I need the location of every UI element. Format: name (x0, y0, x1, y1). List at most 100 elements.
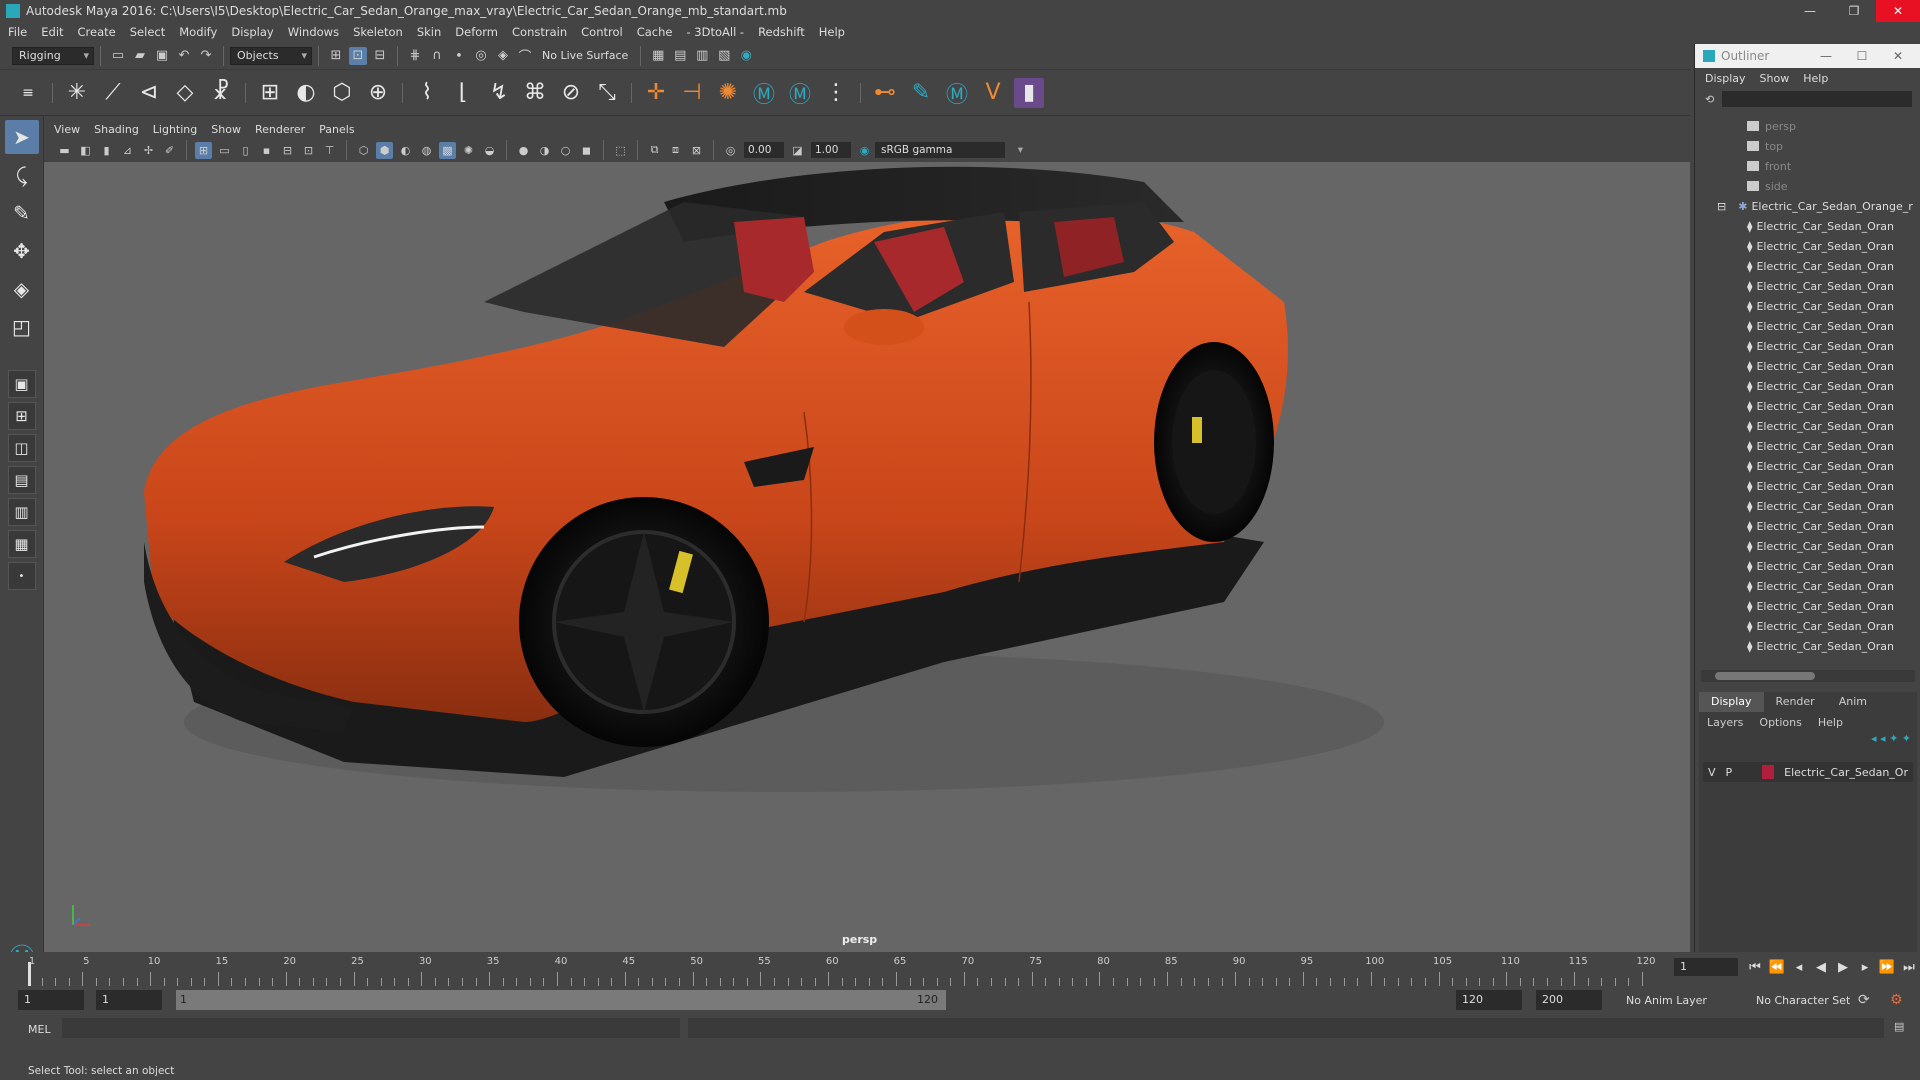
perspective-viewport[interactable]: persp (44, 162, 1690, 952)
vp-menu-view[interactable]: View (54, 123, 80, 136)
bookmark-icon[interactable]: ▮ (98, 142, 115, 159)
xray-components-icon[interactable]: ⊠ (688, 142, 705, 159)
outliner-close-button[interactable]: ✕ (1880, 44, 1916, 68)
playback-end-field[interactable]: 120 (1456, 990, 1522, 1010)
layer-visibility-toggle[interactable]: V (1708, 766, 1716, 779)
wireframe-icon[interactable]: ⬡ (355, 142, 372, 159)
outliner-item-mesh[interactable]: ⧫ Electric_Car_Sedan_Oran (1701, 376, 1915, 396)
hypershade-icon[interactable]: ◉ (737, 47, 755, 65)
humanik-icon[interactable]: ☧ (206, 78, 236, 108)
outliner-item-mesh[interactable]: ⧫ Electric_Car_Sedan_Oran (1701, 456, 1915, 476)
vector-tool-icon[interactable]: V (978, 78, 1008, 108)
step-back-key-icon[interactable]: ⏪ (1766, 960, 1788, 975)
step-forward-frame-icon[interactable]: ▸ (1854, 960, 1876, 975)
command-input[interactable] (62, 1018, 680, 1038)
range-slider[interactable]: 1 120 (176, 990, 946, 1010)
outliner-item-mesh[interactable]: ⧫ Electric_Car_Sedan_Oran (1701, 396, 1915, 416)
outliner-search-input[interactable] (1722, 91, 1913, 107)
camera-attributes-icon[interactable]: ◧ (77, 142, 94, 159)
film-gate-icon[interactable]: ▭ (216, 142, 233, 159)
image-plane-icon[interactable]: ⊿ (119, 142, 136, 159)
auto-key-icon[interactable]: ⟳ (1858, 992, 1870, 1008)
time-slider[interactable]: 1 5 10 15 20 25 30 35 40 45 50 55 60 65 70 75 80 85 90 95 10… (0, 952, 1920, 986)
collapse-icon[interactable]: ⊟ (1717, 200, 1726, 213)
playback-start-field[interactable]: 1 (96, 990, 162, 1010)
outliner-menu-help[interactable]: Help (1803, 72, 1828, 85)
outliner-item-mesh[interactable]: ⧫ Electric_Car_Sedan_Oran (1701, 416, 1915, 436)
lasso-tool-icon[interactable]: ⤹ (5, 158, 39, 192)
script-editor-icon[interactable]: ▤ (1894, 1020, 1904, 1033)
select-camera-icon[interactable]: ▬ (56, 142, 73, 159)
outliner-item-mesh[interactable]: ⧫ Electric_Car_Sedan_Oran (1701, 596, 1915, 616)
isolate-select-icon[interactable]: ⬚ (612, 142, 629, 159)
vp-menu-lighting[interactable]: Lighting (153, 123, 197, 136)
undo-icon[interactable]: ↶ (175, 47, 193, 65)
exposure-icon[interactable]: ◎ (722, 142, 739, 159)
menu-windows[interactable]: Windows (288, 25, 339, 39)
outliner-persp-layout-icon[interactable]: ▤ (7, 466, 36, 494)
render-view-icon[interactable]: ▦ (649, 47, 667, 65)
shadows-icon[interactable]: ◒ (481, 142, 498, 159)
anim-layer-dropdown[interactable]: No Anim Layer (1626, 994, 1707, 1007)
go-to-start-icon[interactable]: ⏮ (1744, 960, 1766, 975)
layer-color-swatch[interactable] (1762, 765, 1775, 779)
single-pane-layout-icon[interactable]: ▣ (7, 370, 36, 398)
menu-help[interactable]: Help (819, 25, 845, 39)
current-time-indicator[interactable] (28, 962, 31, 986)
step-forward-key-icon[interactable]: ⏩ (1876, 960, 1898, 975)
outliner-item-mesh[interactable]: ⧫ Electric_Car_Sedan_Oran (1701, 516, 1915, 536)
outliner-item-mesh[interactable]: ⧫ Electric_Car_Sedan_Oran (1701, 276, 1915, 296)
animation-end-field[interactable]: 200 (1536, 990, 1602, 1010)
outliner-item-mesh[interactable]: ⧫ Electric_Car_Sedan_Oran (1701, 496, 1915, 516)
ik-spline-icon[interactable]: ⊲ (134, 78, 164, 108)
maximize-button[interactable]: ❐ (1832, 0, 1876, 22)
lattice-icon[interactable]: ⊞ (255, 78, 285, 108)
select-hierarchy-icon[interactable]: ⊞ (327, 47, 345, 65)
play-backward-icon[interactable]: ◀ (1810, 960, 1832, 975)
menu-select[interactable]: Select (130, 25, 165, 39)
select-component-icon[interactable]: ⊟ (371, 47, 389, 65)
four-pane-layout-icon[interactable]: ⊞ (7, 402, 36, 430)
field-chart-icon[interactable]: ⊟ (279, 142, 296, 159)
save-scene-icon[interactable]: ▣ (153, 47, 171, 65)
select-tool-icon[interactable]: ➤ (4, 120, 39, 154)
graph-layout-icon[interactable]: ▥ (7, 498, 36, 526)
gamma-icon[interactable]: ◪ (789, 142, 806, 159)
minimize-button[interactable]: — (1788, 0, 1832, 22)
paint-select-icon[interactable]: ✎ (5, 196, 39, 230)
menu-file[interactable]: File (8, 25, 27, 39)
open-scene-icon[interactable]: ▰ (131, 47, 149, 65)
smooth-bind-icon[interactable]: ⌊ (448, 78, 478, 108)
color-space-dropdown[interactable]: sRGB gamma (875, 142, 1023, 158)
copy-weights-icon[interactable]: ⤡ (592, 78, 622, 108)
current-frame-field[interactable]: 1 (1674, 958, 1738, 976)
outliner-item-mesh[interactable]: ⧫ Electric_Car_Sedan_Oran (1701, 296, 1915, 316)
safe-title-icon[interactable]: ⊤ (321, 142, 338, 159)
selection-mask-dropdown[interactable]: Objects (230, 46, 312, 65)
mirror-weights-icon[interactable]: ⊘ (556, 78, 586, 108)
make-live-icon[interactable]: ⌒ (516, 47, 534, 65)
menu-modify[interactable]: Modify (179, 25, 217, 39)
menu-edit[interactable]: Edit (41, 25, 63, 39)
point-constraint-icon[interactable]: ✛ (641, 78, 671, 108)
outliner-item-camera[interactable]: front (1701, 156, 1915, 176)
blend-shape-icon[interactable]: ✎ (906, 78, 936, 108)
filter-icon[interactable]: ⟲ (1705, 93, 1714, 106)
snap-grid-icon[interactable]: ⋕ (406, 47, 424, 65)
maya-render-icon[interactable]: Ⓜ (942, 78, 972, 108)
command-language-label[interactable]: MEL (28, 1023, 51, 1036)
select-object-icon[interactable]: ⊡ (349, 46, 367, 65)
outliner-item-mesh[interactable]: ⧫ Electric_Car_Sedan_Oran (1701, 316, 1915, 336)
new-layer-selected-icon[interactable]: ✦ (1902, 732, 1911, 750)
outliner-horizontal-scrollbar[interactable] (1701, 670, 1915, 682)
motion-blur-icon[interactable]: ◑ (536, 142, 553, 159)
outliner-item-mesh[interactable]: ⧫ Electric_Car_Sedan_Oran (1701, 336, 1915, 356)
render-frame-icon[interactable]: ▤ (671, 47, 689, 65)
outliner-item-mesh[interactable]: ⧫ Electric_Car_Sedan_Oran (1701, 576, 1915, 596)
paint-weights-icon[interactable]: ⌘ (520, 78, 550, 108)
vp-menu-shading[interactable]: Shading (94, 123, 139, 136)
outliner-item-mesh[interactable]: ⧫ Electric_Car_Sedan_Oran (1701, 536, 1915, 556)
go-to-end-icon[interactable]: ⏭ (1898, 960, 1920, 975)
outliner-item-camera[interactable]: side (1701, 176, 1915, 196)
menu-control[interactable]: Control (581, 25, 623, 39)
